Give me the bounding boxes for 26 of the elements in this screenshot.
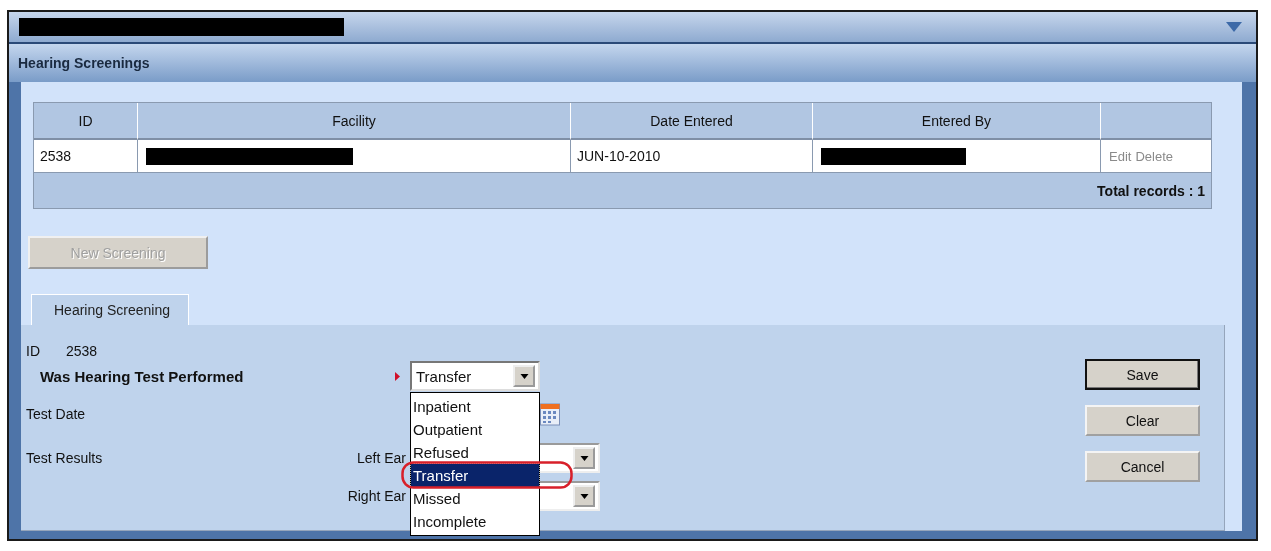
tab[interactable]: Hearing Screening [31, 294, 189, 325]
field-label: Test Results [26, 450, 104, 466]
performed-dropdown[interactable]: Transfer [410, 361, 540, 391]
table-cell: 2538 [34, 140, 138, 173]
column-header: Facility [138, 103, 571, 140]
dropdown-option[interactable]: Incomplete [411, 510, 539, 533]
section-title: Hearing Screenings [18, 55, 150, 71]
form-button[interactable]: Cancel [1085, 451, 1200, 482]
column-header: ID [34, 103, 138, 140]
dropdown-option[interactable]: Missed [411, 487, 539, 510]
dropdown-option[interactable]: Transfer [411, 464, 539, 487]
field-label: Was Hearing Test Performed [40, 367, 244, 385]
field-label: Test Date [26, 406, 87, 422]
id-value: 2538 [66, 343, 98, 359]
dropdown-option[interactable]: Outpatient [411, 418, 539, 441]
column-header: Entered By [813, 103, 1101, 140]
form-button[interactable]: Save [1085, 359, 1200, 390]
table-cell: JUN-10-2010 [571, 140, 813, 173]
dropdown-option[interactable]: Inpatient [411, 395, 539, 418]
ear-label: Left Ear [355, 450, 407, 466]
dropdown-option[interactable]: Refused [411, 441, 539, 464]
column-header: Date Entered [571, 103, 813, 140]
ear-label: Right Ear [346, 488, 407, 504]
total-records: Total records : 1 [1097, 182, 1205, 199]
id-label: ID [26, 343, 40, 359]
form-button[interactable]: Clear [1085, 405, 1200, 436]
